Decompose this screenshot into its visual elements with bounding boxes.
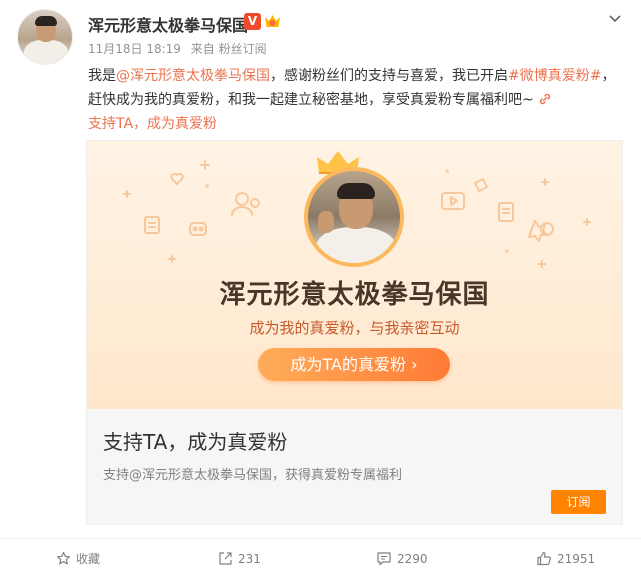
favorite-label: 收藏 (76, 552, 101, 566)
like-icon (537, 551, 551, 566)
post-text: 我是@浑元形意太极拳马保国，感谢粉丝们的支持与喜爱，我已开启#微博真爱粉#，赶快… (88, 64, 628, 136)
comment-button[interactable]: 2290 (376, 539, 428, 577)
repost-button[interactable]: 231 (218, 539, 261, 577)
text-part: ，感谢粉丝们的支持与喜爱，我已开启 (270, 68, 508, 84)
like-button[interactable]: 21951 (536, 539, 595, 577)
comment-count: 2290 (397, 551, 428, 566)
repost-count: 231 (238, 551, 261, 566)
banner-avatar (304, 167, 404, 267)
banner-title: 浑元形意太极拳马保国 (219, 280, 490, 310)
like-count: 21951 (557, 551, 596, 566)
repost-icon (219, 552, 232, 565)
chevron-down-icon[interactable] (607, 10, 623, 26)
author-name[interactable]: 浑元形意太极拳马保国 (88, 12, 248, 36)
post-meta: 11月18日 18:19 来自 粉丝订阅 (88, 40, 273, 57)
banner-subtitle: 成为我的真爱粉，与我亲密互动 (249, 319, 460, 337)
weibo-post: 浑元形意太极拳马保国 V 11月18日 18:19 来自 粉丝订阅 我是@浑元形… (0, 0, 641, 577)
fan-card-banner[interactable]: 浑元形意太极拳马保国 成为我的真爱粉，与我亲密互动 成为TA的真爱粉 › (87, 141, 622, 409)
subscribe-button[interactable]: 订阅 (551, 490, 606, 514)
author-avatar[interactable] (17, 9, 73, 65)
mention-link[interactable]: @浑元形意太极拳马保国 (116, 68, 270, 84)
favorite-button[interactable]: 收藏 (56, 539, 100, 577)
card-description: 支持@浑元形意太极拳马保国，获得真爱粉专属福利 (103, 468, 403, 483)
post-action-bar: 收藏 231 2290 21951 (0, 538, 641, 577)
fan-card-info[interactable]: 支持TA，成为真爱粉 支持@浑元形意太极拳马保国，获得真爱粉专属福利 订阅 (87, 409, 622, 524)
star-icon (56, 551, 71, 565)
fan-badge-icon (265, 15, 280, 27)
comment-icon (377, 552, 391, 566)
hashtag-link[interactable]: #微博真爱粉# (508, 68, 601, 84)
become-fan-button[interactable]: 成为TA的真爱粉 › (258, 348, 450, 381)
link-icon (539, 93, 550, 105)
text-part: 我是 (88, 68, 116, 84)
card-title: 支持TA，成为真爱粉 (103, 430, 288, 454)
fan-card[interactable]: 浑元形意太极拳马保国 成为我的真爱粉，与我亲密互动 成为TA的真爱粉 › 支持T… (86, 140, 623, 525)
verified-icon: V (244, 13, 261, 30)
support-link[interactable]: 支持TA，成为真爱粉 (88, 116, 217, 132)
post-source: 来自 粉丝订阅 (190, 42, 267, 56)
post-time[interactable]: 11月18日 18:19 (88, 42, 181, 56)
